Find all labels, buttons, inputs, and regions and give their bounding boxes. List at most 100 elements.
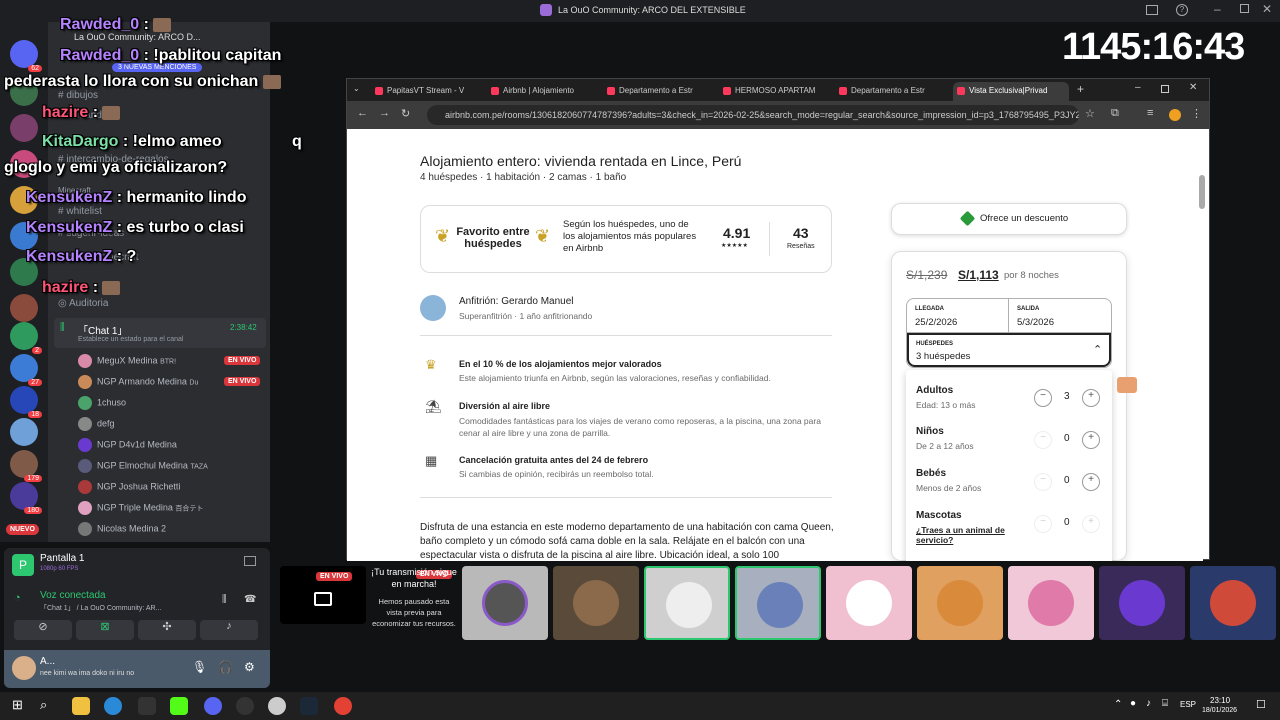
guest-favorite-card[interactable]: ❦ Favorito entre huéspedes ❦ Según los h… [420,205,832,273]
soundboard-button[interactable]: ♪ [200,620,258,640]
decrement-button[interactable]: − [1034,473,1052,491]
decrement-button[interactable]: − [1034,389,1052,407]
kick-icon[interactable] [170,697,188,715]
language-indicator[interactable]: ESP [1180,700,1196,709]
new-price[interactable]: S/1,113 [958,268,999,282]
tab[interactable]: Departamento a Estr [835,82,951,101]
participant-tile[interactable] [1008,566,1094,640]
restore-icon[interactable] [1161,85,1169,93]
stream-preview[interactable]: EN VIVO [280,566,366,624]
server-icon[interactable]: 180 [10,482,42,514]
voice-member[interactable]: NGP Elmochul Medina TAZA [78,459,208,473]
maximize-icon[interactable] [1240,4,1249,13]
participant-tile[interactable] [735,566,821,640]
participant-tile[interactable] [553,566,639,640]
tab[interactable]: Departamento a Estr [603,82,719,101]
minimize-icon[interactable]: – [1214,2,1221,16]
voice-connected-sub[interactable]: 「Chat 1」 / La OuO Community: AR... [40,603,161,613]
back-icon[interactable]: ← [357,107,368,119]
bookmark-star-icon[interactable]: ☆ [1085,107,1095,120]
mic-icon[interactable]: ● [1130,698,1136,709]
chrome-icon[interactable] [334,697,352,715]
service-animal-link[interactable]: ¿Traes a un animal de servicio? [916,525,1026,545]
voice-member[interactable]: MeguX Medina BTR! [78,354,176,368]
server-icon[interactable] [10,114,38,142]
participant-tile[interactable] [917,566,1003,640]
camera-off-button[interactable]: ⊘ [14,620,72,640]
checkout-field[interactable]: SALIDA 5/3/2026 [1009,299,1111,333]
steam-icon[interactable] [300,697,318,715]
profile-icon[interactable] [1169,109,1181,121]
app-icon[interactable] [268,697,286,715]
server-icon[interactable]: 27 [10,354,42,386]
forward-icon[interactable]: → [379,107,390,119]
tab[interactable]: PapitasVT Stream - V [371,82,487,101]
server-icon[interactable] [10,418,38,446]
disconnect-icon[interactable]: ☎ [244,594,256,605]
participant-tile[interactable] [1099,566,1185,640]
chevron-up-icon[interactable]: ⌃ [1114,699,1122,710]
notification-icon[interactable]: ☐ [1256,698,1266,711]
voice-member[interactable]: NGP Joshua Richetti [78,480,180,494]
gear-icon[interactable]: ⚙ [244,660,255,674]
voice-channel-row[interactable]: ⫼ 「Chat 1」 2:38:42 Establece un estado p… [54,318,266,348]
mic-icon[interactable]: 🎙 [192,660,207,674]
reload-icon[interactable]: ↻ [401,107,410,120]
voice-member[interactable]: NGP Armando Medina Du [78,375,198,389]
increment-button[interactable]: + [1082,515,1100,533]
tab[interactable]: HERMOSO APARTAM [719,82,835,101]
decrement-button[interactable]: − [1034,515,1052,533]
server-icon[interactable]: 2 [10,322,42,354]
participant-tile[interactable] [644,566,730,640]
screen-share-button[interactable]: ⊠ [76,620,134,640]
discord-icon[interactable] [204,697,222,715]
scrollbar-thumb[interactable] [1199,175,1205,209]
voice-member[interactable]: Nicolas Medina 2 [78,522,166,536]
windows-start-icon[interactable]: ⊞ [12,697,30,715]
tab[interactable]: Airbnb | Alojamiento [487,82,603,101]
discount-button[interactable]: Ofrece un descuento [891,203,1127,235]
clock-date[interactable]: 18/01/2026 [1202,707,1237,714]
channel-item[interactable]: # whitelist [58,206,102,217]
clock-time[interactable]: 23:10 [1210,696,1230,705]
headphones-icon[interactable]: 🎧 [218,660,233,674]
close-icon[interactable]: ✕ [1262,2,1272,16]
host-avatar[interactable] [420,295,446,321]
server-icon[interactable]: 62 [10,40,42,72]
app-icon[interactable] [138,697,156,715]
volume-icon[interactable]: ♪ [1146,698,1151,709]
increment-button[interactable]: + [1082,389,1100,407]
voice-member[interactable]: NGP Triple Medina 百合テト [78,501,203,515]
server-icon[interactable]: 179 [10,450,42,482]
extensions-icon[interactable]: ⧉ [1111,107,1119,120]
inbox-icon[interactable] [1146,5,1158,15]
increment-button[interactable]: + [1082,473,1100,491]
server-icon[interactable] [10,294,38,322]
increment-button[interactable]: + [1082,431,1100,449]
minimize-icon[interactable]: – [1135,82,1141,93]
channel-item[interactable]: ◎ Auditoria [58,298,108,309]
menu-icon[interactable]: ⋮ [1191,107,1202,120]
activities-button[interactable]: ✣ [138,620,196,640]
voice-member[interactable]: defg [78,417,115,431]
tab-search-icon[interactable]: ≡ [1147,107,1153,119]
network-icon[interactable]: ⌸ [1162,698,1168,709]
edge-icon[interactable] [104,697,122,715]
participant-tile[interactable] [1190,566,1276,640]
server-icon[interactable]: 18 [10,386,42,418]
participant-tile[interactable] [826,566,912,640]
voice-status-placeholder[interactable]: Establece un estado para el canal [78,336,183,343]
obs-icon[interactable] [236,697,254,715]
voice-member[interactable]: 1chuso [78,396,126,410]
tab-active[interactable]: Vista Exclusiva|Privad [953,82,1069,101]
help-icon[interactable]: ? [1176,4,1188,16]
voice-member[interactable]: NGP D4v1d Medina [78,438,177,452]
checkin-field[interactable]: LLEGADA 25/2/2026 [907,299,1009,333]
search-icon[interactable]: ⌕ [40,697,58,715]
noise-icon[interactable]: ⫼ [222,594,227,605]
close-icon[interactable]: ✕ [1189,82,1197,93]
url-input[interactable]: airbnb.com.pe/rooms/1306182060774787396?… [427,105,1079,125]
channel-item[interactable]: # dibujos [58,90,98,101]
stop-share-icon[interactable] [244,556,256,566]
participant-tile[interactable] [462,566,548,640]
